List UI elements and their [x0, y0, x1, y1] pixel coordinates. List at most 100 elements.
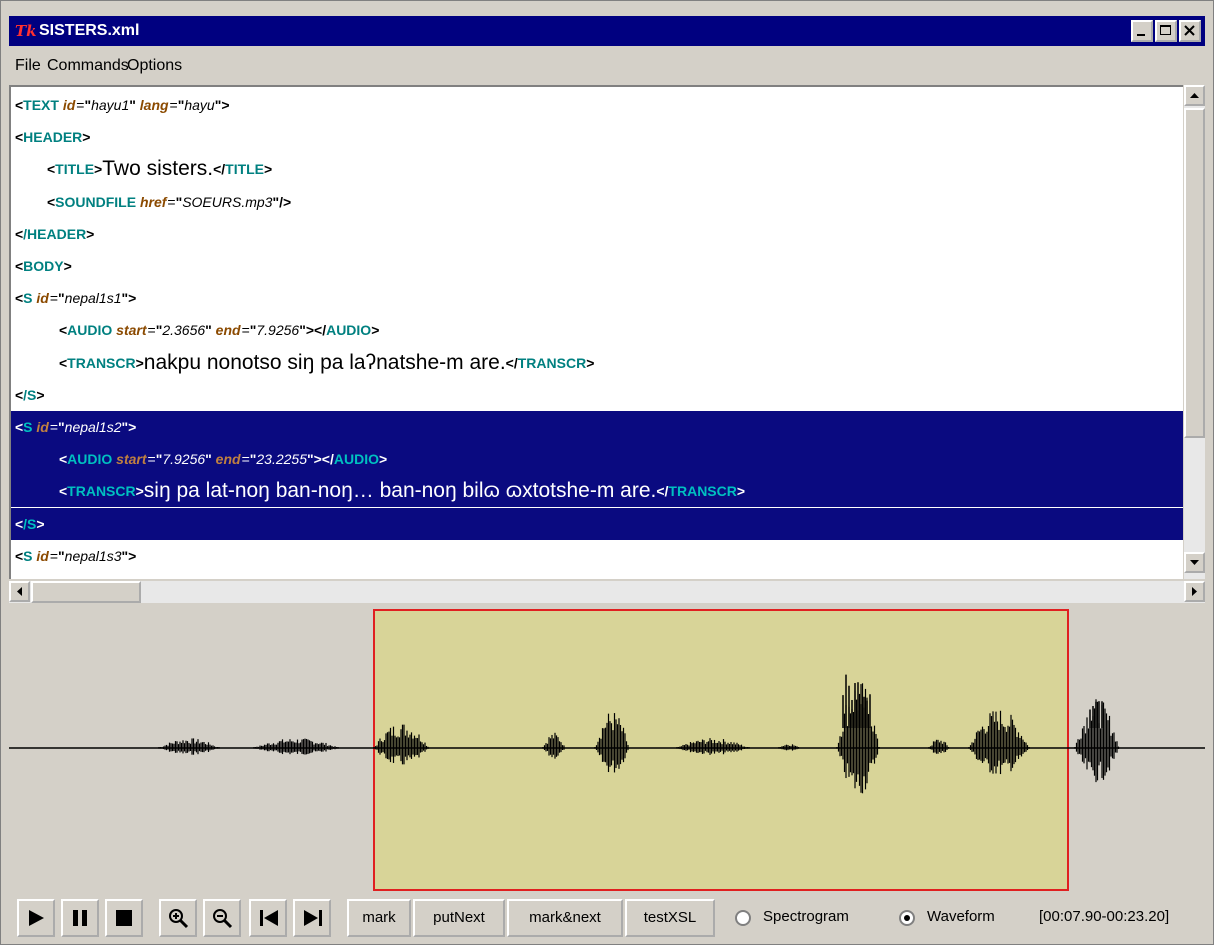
xml-text-content: nakpu nonotso siŋ pa laʔnatshe-m are.: [143, 350, 506, 374]
menu-file[interactable]: File: [15, 57, 41, 75]
scroll-up-button[interactable]: [1184, 85, 1205, 106]
scroll-left-button[interactable]: [9, 581, 30, 602]
vertical-scroll-thumb[interactable]: [1184, 108, 1205, 438]
tag-bracket: >: [221, 97, 230, 113]
xml-line[interactable]: < SOUNDFILE href = " SOEURS.mp3 "/>: [11, 186, 1183, 218]
xml-line[interactable]: < TRANSCR > siŋ pa lat-noŋ ban-noŋ… ban-noŋ…: [11, 475, 1183, 508]
tag-bracket: >: [82, 129, 91, 146]
zoom-out-button[interactable]: [203, 899, 241, 937]
xml-tag-name: S: [23, 547, 33, 564]
vertical-scrollbar[interactable]: [1184, 85, 1205, 579]
tag-bracket: >: [94, 161, 103, 178]
xml-attribute-name: id: [62, 97, 76, 113]
xml-attribute-value: hayu: [184, 97, 215, 113]
putnext-button[interactable]: putNext: [413, 899, 505, 937]
xml-attribute-value: 7.9256: [256, 322, 300, 339]
skip-back-button[interactable]: [249, 899, 287, 937]
tag-bracket: >: [586, 354, 595, 371]
tag-bracket: >: [86, 225, 95, 242]
xml-closing-tag-name: AUDIO: [333, 451, 379, 468]
waveform-label[interactable]: Waveform: [927, 908, 995, 925]
minimize-icon: [1137, 34, 1145, 36]
xml-tag-name: /S: [23, 386, 37, 403]
xml-line[interactable]: < S id = " nepal1s1 " >: [11, 282, 1183, 314]
xml-line[interactable]: </HEADER >: [11, 218, 1183, 250]
menu-commands[interactable]: Commands: [47, 57, 129, 75]
pause-button[interactable]: [61, 899, 99, 937]
menu-options[interactable]: Options: [127, 57, 182, 75]
xml-line[interactable]: < TEXT id = " hayu1 " lang = " hayu " >: [11, 89, 1183, 121]
xml-attribute-name: href: [139, 193, 167, 210]
xml-tag-name: AUDIO: [67, 451, 113, 468]
scroll-right-button[interactable]: [1184, 581, 1205, 602]
time-range-readout: [00:07.90-00:23.20]: [1039, 908, 1170, 925]
tag-bracket: </: [213, 161, 226, 178]
xml-line[interactable]: </S >: [11, 379, 1183, 411]
quote: ": [129, 97, 136, 113]
zoom-in-button[interactable]: [159, 899, 197, 937]
xml-line[interactable]: </S >: [11, 507, 1183, 540]
tag-bracket: >: [305, 322, 315, 339]
xml-line[interactable]: < BODY >: [11, 250, 1183, 282]
waveform-graph: [9, 674, 1205, 794]
play-icon: [29, 910, 44, 926]
waveform-panel[interactable]: [9, 605, 1205, 895]
skip-forward-button[interactable]: [293, 899, 331, 937]
arrow-left-icon: [17, 587, 22, 596]
xml-editor[interactable]: < TEXT id = " hayu1 " lang = " hayu " > < HEADER > < TI…: [9, 85, 1183, 579]
tag-bracket: >: [378, 451, 388, 468]
xml-attribute-name: start: [116, 322, 147, 339]
mark-and-next-button[interactable]: mark&next: [507, 899, 623, 937]
tag-bracket: <: [47, 193, 56, 210]
tag-bracket: <: [15, 290, 24, 307]
tag-bracket: >: [128, 419, 137, 435]
equals-sign: =: [147, 451, 156, 468]
horizontal-scroll-thumb[interactable]: [31, 581, 141, 603]
waveform-radio[interactable]: [899, 910, 915, 926]
quote: ": [272, 193, 280, 210]
close-button[interactable]: [1179, 20, 1201, 42]
tag-bracket: >: [128, 547, 137, 564]
maximize-button[interactable]: [1155, 20, 1177, 42]
xml-line[interactable]: < S id = " nepal1s2 " >: [11, 411, 1183, 443]
arrow-down-icon: [1190, 560, 1199, 565]
xml-attribute-value: 2.3656: [162, 322, 206, 339]
tag-bracket: <: [15, 258, 24, 274]
quote: ": [205, 322, 212, 339]
test-xsl-button[interactable]: testXSL: [625, 899, 715, 937]
xml-line[interactable]: < AUDIO start = " 2.3656 " end = " 7.9256 " > </AUD…: [11, 314, 1183, 346]
spectrogram-label[interactable]: Spectrogram: [763, 908, 849, 925]
maximize-icon: [1160, 25, 1171, 35]
quote: ": [58, 547, 65, 564]
stop-button[interactable]: [105, 899, 143, 937]
tag-bracket: </: [656, 483, 669, 500]
equals-sign: =: [169, 97, 178, 113]
tag-bracket: >: [736, 483, 746, 500]
xml-tag-name: BODY: [23, 258, 64, 274]
tag-bracket: <: [59, 322, 68, 339]
tag-bracket: <: [15, 225, 24, 242]
xml-attribute-name: lang: [139, 97, 169, 113]
skip-back-icon: [260, 910, 278, 926]
xml-attribute-value: hayu1: [91, 97, 130, 113]
minimize-button[interactable]: [1131, 20, 1153, 42]
xml-line[interactable]: < TRANSCR > nakpu nonotso siŋ pa laʔnatshe-…: [11, 347, 1183, 379]
scroll-down-button[interactable]: [1184, 552, 1205, 573]
xml-line[interactable]: < AUDIO start = " 7.9256 " end = " 23.2255 " > </AU…: [11, 443, 1183, 476]
tag-bracket: <: [15, 386, 24, 403]
xml-text-content: siŋ pa lat-noŋ ban-noŋ… ban-noŋ bilɷ ɷxt…: [143, 479, 657, 503]
bottom-toolbar: mark putNext mark&next testXSL Spectrogr…: [9, 896, 1205, 940]
play-button[interactable]: [17, 899, 55, 937]
xml-attribute-name: end: [215, 322, 241, 339]
quote: ": [155, 451, 163, 468]
equals-sign: =: [76, 97, 85, 113]
menu-bar: File Commands Options: [9, 51, 1205, 81]
spectrogram-radio[interactable]: [735, 910, 751, 926]
xml-line[interactable]: < S id = " nepal1s3 " >: [11, 540, 1183, 572]
xml-closing-tag-name: TRANSCR: [517, 354, 587, 371]
horizontal-scrollbar[interactable]: [9, 581, 1205, 603]
xml-line[interactable]: < HEADER >: [11, 121, 1183, 153]
xml-tag-name: /HEADER: [23, 225, 87, 242]
mark-button[interactable]: mark: [347, 899, 411, 937]
xml-line[interactable]: < TITLE > Two sisters. </TITLE >: [11, 153, 1183, 185]
